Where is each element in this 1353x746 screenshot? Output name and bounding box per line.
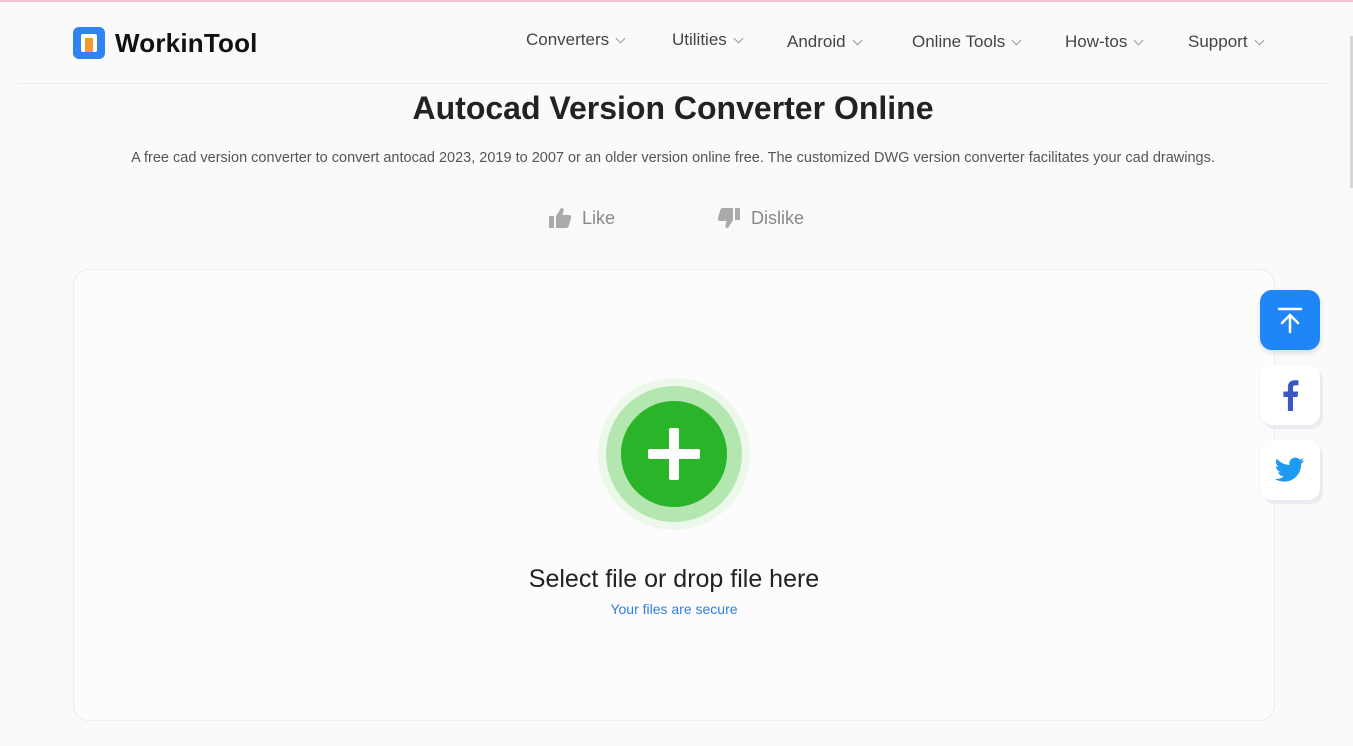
twitter-icon	[1275, 457, 1305, 482]
chevron-down-icon	[852, 35, 863, 45]
nav-android[interactable]: Android	[787, 32, 863, 52]
twitter-share-button[interactable]	[1260, 440, 1320, 500]
dislike-label: Dislike	[751, 207, 805, 228]
chevron-down-icon	[1133, 35, 1144, 45]
nav-how-tos[interactable]: How-tos	[1065, 32, 1144, 52]
chevron-down-icon	[615, 33, 626, 43]
thumbs-up-icon	[549, 208, 572, 228]
page-subtitle: A free cad version converter to convert …	[131, 150, 1215, 166]
file-drop-zone[interactable]: Select file or drop file here Your files…	[73, 269, 1275, 721]
nav-online-tools[interactable]: Online Tools	[912, 32, 1022, 52]
chevron-down-icon	[1011, 35, 1022, 45]
chevron-down-icon	[1254, 35, 1264, 45]
nav-label: How-tos	[1065, 32, 1128, 51]
nav-label: Online Tools	[912, 32, 1006, 51]
plus-icon	[621, 401, 727, 507]
nav-support[interactable]: Support	[1188, 32, 1264, 52]
site-header: WorkinTool Converters Utilities Android …	[18, 2, 1330, 84]
facebook-share-button[interactable]	[1260, 365, 1320, 425]
secure-files-note: Your files are secure	[610, 601, 738, 617]
nav-converters[interactable]: Converters	[526, 30, 626, 50]
arrow-up-to-top-icon	[1277, 307, 1303, 334]
page-title: Autocad Version Converter Online	[412, 90, 934, 126]
dislike-button[interactable]: Dislike	[717, 207, 804, 229]
nav-label: Support	[1188, 32, 1248, 51]
nav-label: Converters	[526, 30, 610, 49]
chevron-down-icon	[733, 33, 744, 43]
like-label: Like	[582, 207, 616, 228]
like-button[interactable]: Like	[548, 207, 615, 229]
add-file-button[interactable]	[598, 378, 750, 530]
drop-zone-title: Select file or drop file here	[528, 565, 820, 593]
nav-utilities[interactable]: Utilities	[672, 30, 744, 50]
main-nav: Converters Utilities Android Online Tool…	[18, 30, 1330, 56]
nav-label: Utilities	[672, 30, 727, 49]
facebook-icon	[1283, 380, 1299, 411]
thumbs-down-icon	[717, 208, 740, 228]
nav-label: Android	[787, 32, 846, 51]
back-to-top-button[interactable]	[1260, 290, 1320, 350]
